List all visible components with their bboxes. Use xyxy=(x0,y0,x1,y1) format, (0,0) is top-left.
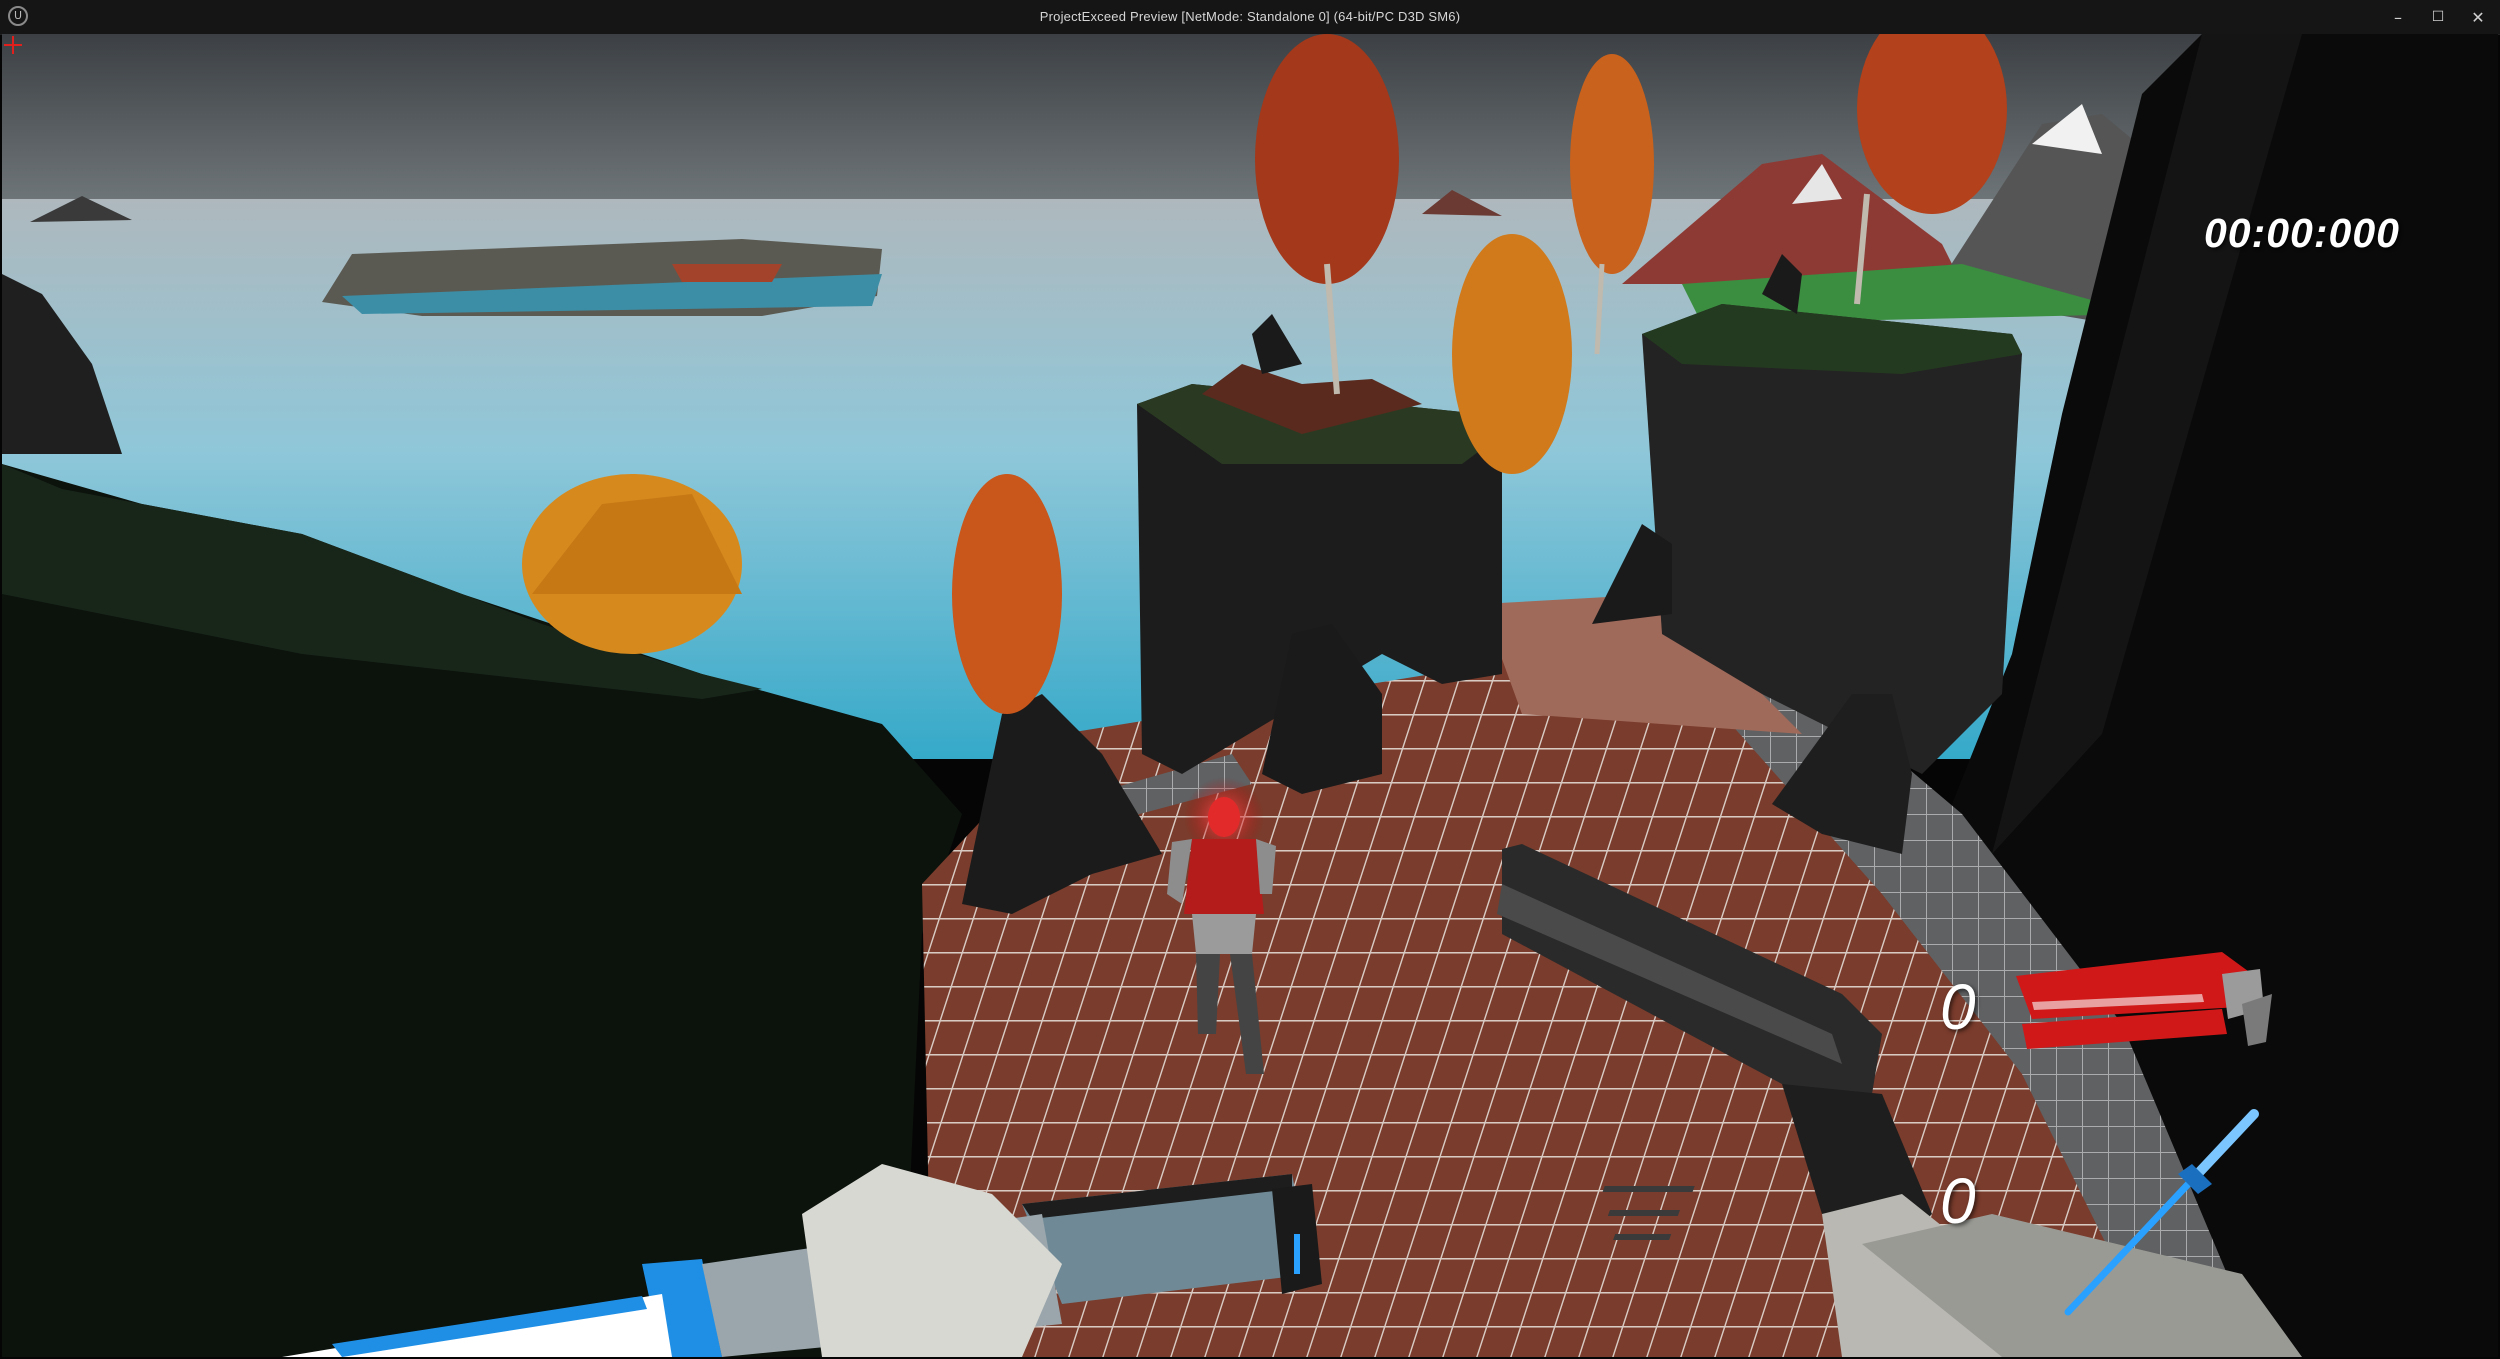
game-viewport[interactable]: 00:00:000 0 0 xyxy=(2,34,2498,1357)
game-scene xyxy=(2,34,2498,1357)
sword-count: 0 xyxy=(1940,1165,1976,1237)
crosshair-icon xyxy=(4,36,22,54)
maximize-button[interactable]: ☐ xyxy=(2418,0,2458,34)
minimize-button[interactable]: – xyxy=(2378,0,2418,34)
window-title: ProjectExceed Preview [NetMode: Standalo… xyxy=(1039,9,1461,24)
close-button[interactable]: ✕ xyxy=(2458,0,2498,34)
hud-timer: 00:00:000 xyxy=(2204,210,2400,256)
window-titlebar: U ProjectExceed Preview [NetMode: Standa… xyxy=(0,0,2500,35)
gun-ammo-count: 0 xyxy=(1940,971,1976,1043)
